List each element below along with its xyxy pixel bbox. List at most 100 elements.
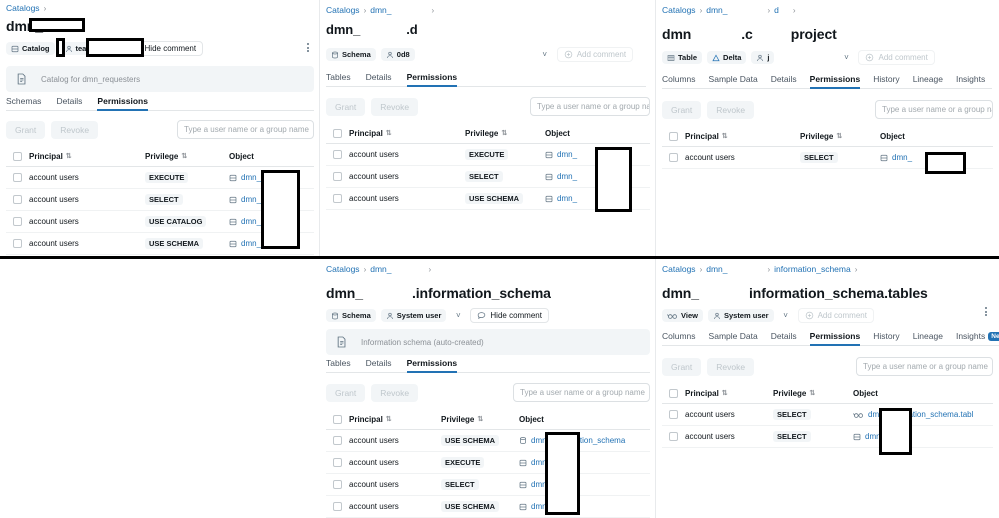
breadcrumb-item-schema[interactable]: d [774,5,779,15]
column-header-principal[interactable]: Principal ⇅ [685,389,773,398]
column-header-principal[interactable]: Principal ⇅ [29,152,145,161]
column-header-object[interactable]: Object [853,389,993,398]
row-checkbox[interactable] [333,172,342,181]
tab-columns[interactable]: Columns [662,74,696,88]
object-link[interactable]: dmn_ [241,239,261,248]
tab-permissions[interactable]: Permissions [809,74,860,89]
tab-permissions[interactable]: Permissions [97,96,148,111]
tab-permissions[interactable]: Permissions [406,358,457,373]
column-header-privilege[interactable]: Privilege ⇅ [145,152,229,161]
column-header-object[interactable]: Object [545,129,650,138]
table-row[interactable]: account users SELECT dmn_nformation_schema… [662,404,993,426]
tab-details[interactable]: Details [771,331,797,345]
revoke-button[interactable]: Revoke [371,97,419,116]
tab-permissions[interactable]: Permissions [406,72,457,87]
grant-button[interactable]: Grant [662,100,702,119]
object-link[interactable]: dmn_ [241,217,261,226]
grant-button[interactable]: Grant [326,97,366,116]
chevron-down-icon[interactable]: ˅ [839,51,853,65]
table-row[interactable]: account users SELECT dmn_ [662,426,993,448]
revoke-button[interactable]: Revoke [51,120,99,139]
table-row[interactable]: account users USE SCHEMA dmn_ [326,496,650,518]
row-checkbox[interactable] [13,195,22,204]
column-header-privilege[interactable]: Privilege ⇅ [465,129,545,138]
tab-tables[interactable]: Tables [326,72,351,86]
row-checkbox[interactable] [669,432,678,441]
table-row[interactable]: account users SELECT dmn_ [326,474,650,496]
more-options-button[interactable] [985,307,987,316]
chevron-down-icon[interactable]: ˅ [451,309,465,323]
select-all-checkbox[interactable] [13,152,22,161]
row-checkbox[interactable] [669,410,678,419]
grant-button[interactable]: Grant [326,383,366,402]
tab-lineage[interactable]: Lineage [913,331,943,345]
column-header-principal[interactable]: Principal ⇅ [349,415,441,424]
table-row[interactable]: account users USE SCHEMA dmn_.information_… [326,430,650,452]
column-header-principal[interactable]: Principal ⇅ [685,132,800,141]
tab-columns[interactable]: Columns [662,331,696,345]
search-input[interactable]: Type a user name or a group name [856,357,993,376]
tab-lineage[interactable]: Lineage [913,74,943,88]
tab-sample-data[interactable]: Sample Data [709,331,758,345]
revoke-button[interactable]: Revoke [707,357,755,376]
column-header-privilege[interactable]: Privilege ⇅ [773,389,853,398]
object-link[interactable]: dmn_ [892,153,912,162]
row-checkbox[interactable] [669,153,678,162]
tab-insights[interactable]: Insights [956,74,985,88]
hide-comment-button[interactable]: Hide comment [470,308,549,323]
breadcrumb-item-catalogs[interactable]: Catalogs [326,5,360,15]
tab-details[interactable]: Details [366,72,392,86]
column-header-object[interactable]: Object [229,152,314,161]
tab-insights[interactable]: InsightsNew [956,331,999,345]
row-checkbox[interactable] [13,173,22,182]
breadcrumb-item-catalogs[interactable]: Catalogs [326,264,360,274]
grant-button[interactable]: Grant [662,357,702,376]
chevron-down-icon[interactable]: ˅ [538,48,552,62]
revoke-button[interactable]: Revoke [707,100,755,119]
breadcrumb-item-schema[interactable]: information_schema [774,264,851,274]
tab-tables[interactable]: Tables [326,358,351,372]
search-input[interactable]: Type a user name or a group name [530,97,650,116]
breadcrumb-item-catalogs[interactable]: Catalogs [6,3,40,13]
row-checkbox[interactable] [333,150,342,159]
grant-button[interactable]: Grant [6,120,46,139]
tab-details[interactable]: Details [366,358,392,372]
breadcrumb-item-catalog[interactable]: dmn_ [370,5,391,15]
object-link[interactable]: dmn_ [241,173,261,182]
add-comment-button[interactable]: Add comment [556,47,634,62]
more-options-button[interactable] [307,43,309,52]
tab-schemas[interactable]: Schemas [6,96,41,110]
tab-details[interactable]: Details [771,74,797,88]
column-header-principal[interactable]: Principal ⇅ [349,129,465,138]
table-row[interactable]: account users EXECUTE dmn_ [326,452,650,474]
breadcrumb-item-catalogs[interactable]: Catalogs [662,5,696,15]
search-input[interactable]: Type a user name or a group name [177,120,314,139]
object-link[interactable]: dmn_ [241,195,261,204]
add-comment-button[interactable]: Add comment [797,308,874,323]
object-link[interactable]: dmn_ [557,150,577,159]
add-comment-button[interactable]: Add comment [858,50,935,65]
row-checkbox[interactable] [333,458,342,467]
tab-history[interactable]: History [873,74,899,88]
row-checkbox[interactable] [13,217,22,226]
column-header-object[interactable]: Object [519,415,650,424]
column-header-privilege[interactable]: Privilege ⇅ [441,415,519,424]
tab-sample-data[interactable]: Sample Data [709,74,758,88]
object-link[interactable]: dmn_ [557,172,577,181]
breadcrumb-item-catalog[interactable]: dmn_ [706,264,727,274]
search-input[interactable]: Type a user name or a group name [513,383,650,402]
column-header-privilege[interactable]: Privilege ⇅ [800,132,880,141]
row-checkbox[interactable] [333,194,342,203]
revoke-button[interactable]: Revoke [371,383,419,402]
select-all-checkbox[interactable] [669,132,678,141]
search-input[interactable]: Type a user name or a group name [875,100,993,119]
chevron-down-icon[interactable]: ˅ [779,309,793,323]
column-header-object[interactable]: Object [880,132,993,141]
breadcrumb-item-catalog[interactable]: dmn_ [706,5,727,15]
breadcrumb-item-catalog[interactable]: dmn_ [370,264,391,274]
breadcrumb-item-catalogs[interactable]: Catalogs [662,264,696,274]
object-link[interactable]: dmn_ [557,194,577,203]
select-all-checkbox[interactable] [333,129,342,138]
row-checkbox[interactable] [333,436,342,445]
row-checkbox[interactable] [333,480,342,489]
